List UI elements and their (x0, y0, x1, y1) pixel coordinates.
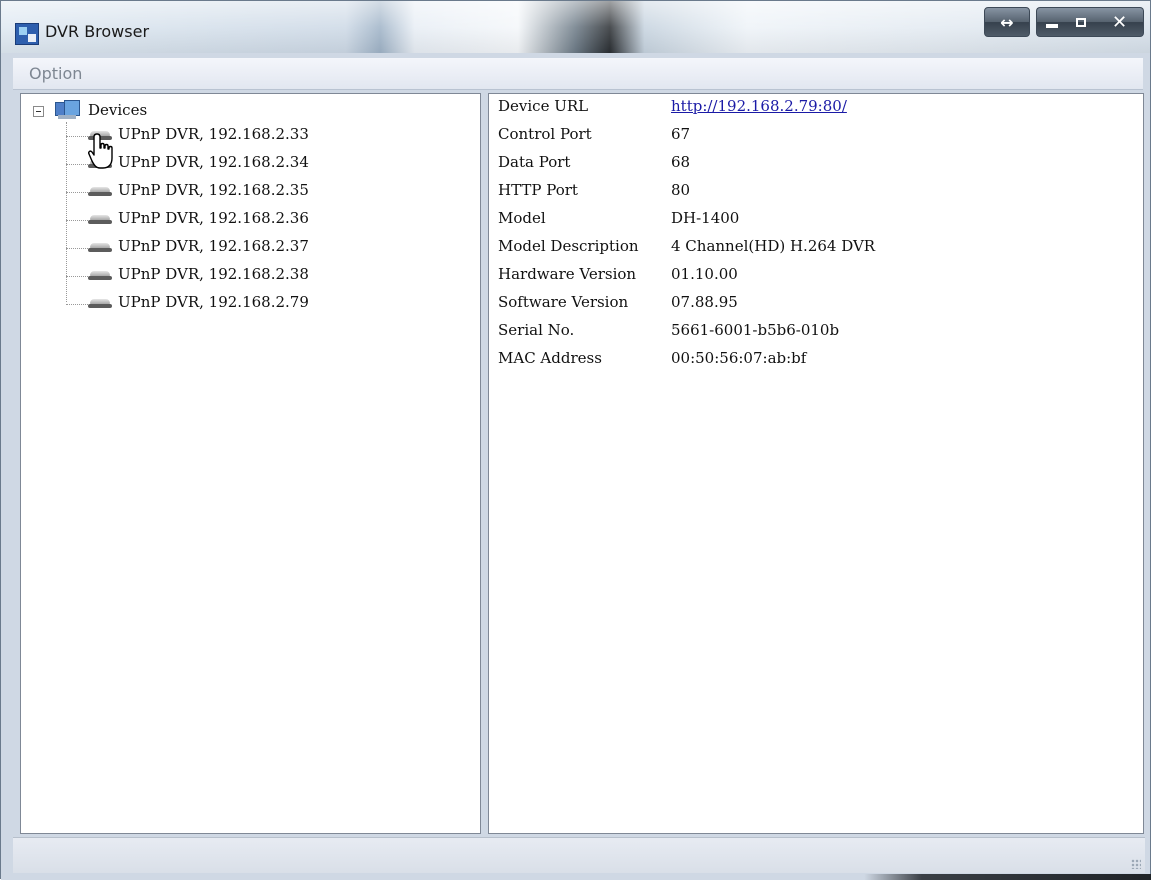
resize-grip-icon[interactable] (1131, 859, 1141, 869)
property-key: Model (498, 209, 546, 227)
property-value: 80 (671, 181, 691, 199)
property-row: MAC Address 00:50:56:07:ab:bf (498, 349, 1138, 375)
property-row: Model DH-1400 (498, 209, 1138, 235)
property-row: HTTP Port 80 (498, 181, 1138, 207)
property-value: 07.88.95 (671, 293, 738, 311)
tree-item-device[interactable]: UPnP DVR, 192.168.2.36 (66, 209, 366, 231)
device-properties-pane: Device URL http://192.168.2.79:80/ Contr… (488, 93, 1144, 834)
network-computers-icon (55, 100, 81, 120)
resize-arrows-icon: ↔ (1000, 12, 1014, 32)
tree-connector (66, 220, 88, 221)
tree-item-device[interactable]: UPnP DVR, 192.168.2.37 (66, 237, 366, 259)
property-value: 67 (671, 125, 691, 143)
window-bottom-edge (1, 874, 1151, 880)
tree-root-label: Devices (88, 101, 148, 119)
tree-item-device[interactable]: UPnP DVR, 192.168.2.35 (66, 181, 366, 203)
maximize-icon (1076, 17, 1086, 27)
tree-connector (66, 136, 88, 137)
window-title: DVR Browser (45, 22, 150, 41)
dvr-browser-window: DVR Browser ↔ ✕ Option Devices UPnP DVR,… (0, 0, 1151, 880)
dvr-device-icon (88, 299, 112, 309)
property-value: 00:50:56:07:ab:bf (671, 349, 807, 367)
resize-button[interactable]: ↔ (984, 7, 1030, 37)
window-controls: ↔ ✕ (984, 7, 1144, 39)
device-tree-pane[interactable]: Devices UPnP DVR, 192.168.2.33 UPnP DVR,… (20, 93, 481, 834)
property-row: Data Port 68 (498, 153, 1138, 179)
property-key: Device URL (498, 97, 589, 115)
tree-connector (66, 304, 88, 305)
property-row: Serial No. 5661-6001-b5b6-010b (498, 321, 1138, 347)
property-key: Hardware Version (498, 265, 637, 283)
tree-connector (66, 192, 88, 193)
close-icon: ✕ (1111, 11, 1128, 33)
hand-pointer-icon (88, 133, 113, 169)
tree-item-label: UPnP DVR, 192.168.2.35 (118, 181, 309, 199)
menu-option[interactable]: Option (29, 64, 82, 83)
property-value: 01.10.00 (671, 265, 738, 283)
property-key: MAC Address (498, 349, 602, 367)
close-button[interactable]: ✕ (1096, 7, 1144, 37)
dvr-device-icon (88, 215, 112, 225)
property-key: Model Description (498, 237, 639, 255)
menu-bar: Option (13, 58, 1143, 90)
tree-item-device[interactable]: UPnP DVR, 192.168.2.79 (66, 293, 366, 315)
device-url-link[interactable]: http://192.168.2.79:80/ (671, 97, 847, 115)
app-icon (15, 23, 39, 45)
property-value: DH-1400 (671, 209, 740, 227)
dvr-device-icon (88, 187, 112, 197)
property-value: 4 Channel(HD) H.264 DVR (671, 237, 876, 255)
minimize-icon (1045, 24, 1058, 28)
property-row: Model Description 4 Channel(HD) H.264 DV… (498, 237, 1138, 263)
property-key: HTTP Port (498, 181, 578, 199)
caption-button-group: ✕ (1036, 7, 1144, 39)
tree-item-label: UPnP DVR, 192.168.2.33 (118, 125, 309, 143)
property-row: Control Port 67 (498, 125, 1138, 151)
property-key: Software Version (498, 293, 629, 311)
property-row: Software Version 07.88.95 (498, 293, 1138, 319)
title-bar[interactable]: DVR Browser ↔ ✕ (1, 1, 1150, 53)
property-key: Data Port (498, 153, 571, 171)
property-value: 5661-6001-b5b6-010b (671, 321, 840, 339)
tree-item-label: UPnP DVR, 192.168.2.38 (118, 265, 309, 283)
collapse-icon[interactable] (33, 106, 44, 117)
property-key: Control Port (498, 125, 592, 143)
tree-item-device[interactable]: UPnP DVR, 192.168.2.38 (66, 265, 366, 287)
property-row: Device URL http://192.168.2.79:80/ (498, 97, 1138, 123)
tree-item-label: UPnP DVR, 192.168.2.34 (118, 153, 309, 171)
minimize-button[interactable] (1036, 7, 1066, 37)
tree-connector (66, 276, 88, 277)
tree-item-label: UPnP DVR, 192.168.2.79 (118, 293, 309, 311)
tree-connector (66, 248, 88, 249)
tree-item-label: UPnP DVR, 192.168.2.36 (118, 209, 309, 227)
tree-item-label: UPnP DVR, 192.168.2.37 (118, 237, 309, 255)
property-key: Serial No. (498, 321, 575, 339)
tree-connector (66, 164, 88, 165)
property-value: 68 (671, 153, 691, 171)
dvr-device-icon (88, 271, 112, 281)
maximize-button[interactable] (1066, 7, 1096, 37)
dvr-device-icon (88, 243, 112, 253)
property-row: Hardware Version 01.10.00 (498, 265, 1138, 291)
status-bar (13, 837, 1145, 873)
